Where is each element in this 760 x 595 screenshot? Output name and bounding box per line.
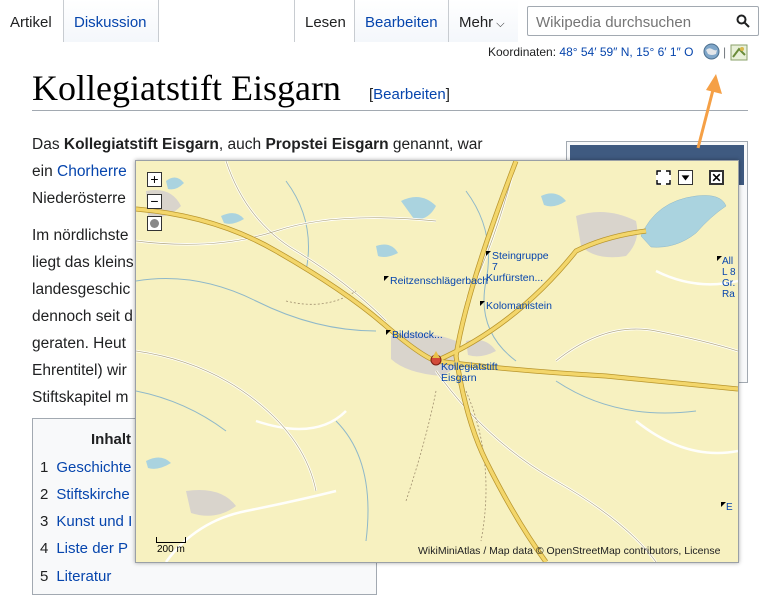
zoom-reset-button[interactable] xyxy=(147,216,162,231)
dropdown-menu-icon[interactable] xyxy=(678,170,693,185)
text-line: liegt das kleins xyxy=(32,254,134,271)
title-edit-link: [Bearbeiten] xyxy=(369,86,450,103)
text-line: dennoch seit d xyxy=(32,308,133,325)
fullscreen-icon[interactable] xyxy=(656,170,671,185)
osm-map-icon[interactable] xyxy=(730,44,748,61)
toc-item[interactable]: 4 Liste der P xyxy=(40,540,128,557)
wikiminiatlas-map[interactable]: + − Steingruppe 7 Kurfürsten... Reitzens… xyxy=(135,160,739,563)
map-tiles[interactable] xyxy=(136,161,738,562)
scale-bar xyxy=(156,537,186,543)
toc-number: 1 xyxy=(40,459,49,476)
history-paragraph: Im nördlichste liegt das kleins landesge… xyxy=(32,222,134,411)
toc-number: 3 xyxy=(40,513,49,530)
toc-item[interactable]: 5 Literatur xyxy=(40,568,111,585)
label-line: L 8 xyxy=(722,267,736,278)
map-label-reitzenschlaegerbach[interactable]: Reitzenschlägerbach xyxy=(384,275,489,287)
toc-item[interactable]: 3 Kunst und I xyxy=(40,513,132,530)
toc-link[interactable]: Literatur xyxy=(56,568,111,585)
label-line: Ra xyxy=(722,289,735,300)
bold-alt-name: Propstei Eisgarn xyxy=(265,136,389,153)
search-input[interactable] xyxy=(534,11,728,33)
label-text: E xyxy=(726,502,733,513)
map-label-steingruppe[interactable]: Steingruppe 7 Kurfürsten... xyxy=(486,250,549,284)
chorherren-link[interactable]: Chorherre xyxy=(57,163,127,180)
label-line: Gr. xyxy=(722,278,736,289)
label-line: Eisgarn xyxy=(441,372,477,384)
map-label-kollegiatstift[interactable]: Kollegiatstift Eisgarn xyxy=(441,362,498,384)
map-label-clipped[interactable]: All L 8 Gr. Ra xyxy=(717,256,736,300)
label-line: Steingruppe xyxy=(492,250,549,262)
bold-name: Kollegiatstift Eisgarn xyxy=(63,136,219,153)
text-line: Ehrentitel) wir xyxy=(32,362,127,379)
coordinates-lat[interactable]: 48° 54′ 59″ N, xyxy=(559,45,632,59)
text: genannt, war xyxy=(388,136,483,153)
page-title: Kollegiatstift Eisgarn xyxy=(32,68,341,108)
tab-lesen[interactable]: Lesen xyxy=(294,0,354,42)
toc-item[interactable]: 1 Geschichte xyxy=(40,459,131,476)
label-text: Reitzenschlägerbach xyxy=(390,275,489,287)
map-attribution[interactable]: WikiMiniAtlas / Map data © OpenStreetMap… xyxy=(418,545,720,557)
zoom-in-button[interactable]: + xyxy=(147,172,162,187)
map-label-clipped[interactable]: E xyxy=(721,502,733,513)
map-label-kolomanistein[interactable]: Kolomanistein xyxy=(480,300,552,312)
chevron-down-icon: ⌵ xyxy=(496,18,505,30)
toc-item[interactable]: 2 Stiftskirche xyxy=(40,486,130,503)
toc-title: Inhalt xyxy=(91,431,131,448)
toc-number: 5 xyxy=(40,568,49,585)
label-text: Bildstock... xyxy=(392,329,443,341)
arrow-icon xyxy=(696,74,722,149)
globe-icon[interactable] xyxy=(703,43,720,60)
zoom-out-button[interactable]: − xyxy=(147,194,162,209)
page-tabs: Artikel Diskussion Lesen Bearbeiten Mehr… xyxy=(0,0,760,42)
tab-bearbeiten[interactable]: Bearbeiten xyxy=(354,0,448,42)
coordinates-lon[interactable]: 15° 6′ 1″ O xyxy=(636,45,693,59)
toc-link[interactable]: Kunst und I xyxy=(56,513,132,530)
title-edit-button[interactable]: Bearbeiten xyxy=(373,86,446,103)
map-label-bildstock[interactable]: Bildstock... xyxy=(386,329,443,341)
search-box xyxy=(527,6,759,36)
title-divider xyxy=(32,110,748,111)
toc-number: 4 xyxy=(40,540,49,557)
toc-link[interactable]: Stiftskirche xyxy=(56,486,129,503)
label-text: Kolomanistein xyxy=(486,300,552,312)
label-line: Kurfürsten... xyxy=(486,272,544,284)
label-line: All xyxy=(722,256,734,267)
separator: | xyxy=(723,45,727,59)
toc-link[interactable]: Geschichte xyxy=(56,459,131,476)
text-line: landesgeschic xyxy=(32,281,131,298)
tab-artikel[interactable]: Artikel xyxy=(0,0,63,42)
tab-diskussion[interactable]: Diskussion xyxy=(63,0,159,42)
tab-mehr-label: Mehr xyxy=(459,14,494,31)
close-icon[interactable] xyxy=(709,170,724,185)
text: Das xyxy=(32,136,64,153)
scale-label: 200 m xyxy=(157,544,185,555)
text-line: Stiftskapitel m xyxy=(32,389,129,406)
search-icon[interactable] xyxy=(736,14,750,28)
text-line: Im nördlichste xyxy=(32,227,129,244)
tab-mehr[interactable]: Mehr ⌵ xyxy=(448,0,518,42)
coordinates: Koordinaten: 48° 54′ 59″ N, 15° 6′ 1″ O xyxy=(488,45,693,59)
toc-link[interactable]: Liste der P xyxy=(56,540,128,557)
text-line: geraten. Heut xyxy=(32,335,126,352)
coordinates-label: Koordinaten: xyxy=(488,45,557,59)
toc-number: 2 xyxy=(40,486,49,503)
text: ein xyxy=(32,163,57,180)
text: , auch xyxy=(218,136,266,153)
